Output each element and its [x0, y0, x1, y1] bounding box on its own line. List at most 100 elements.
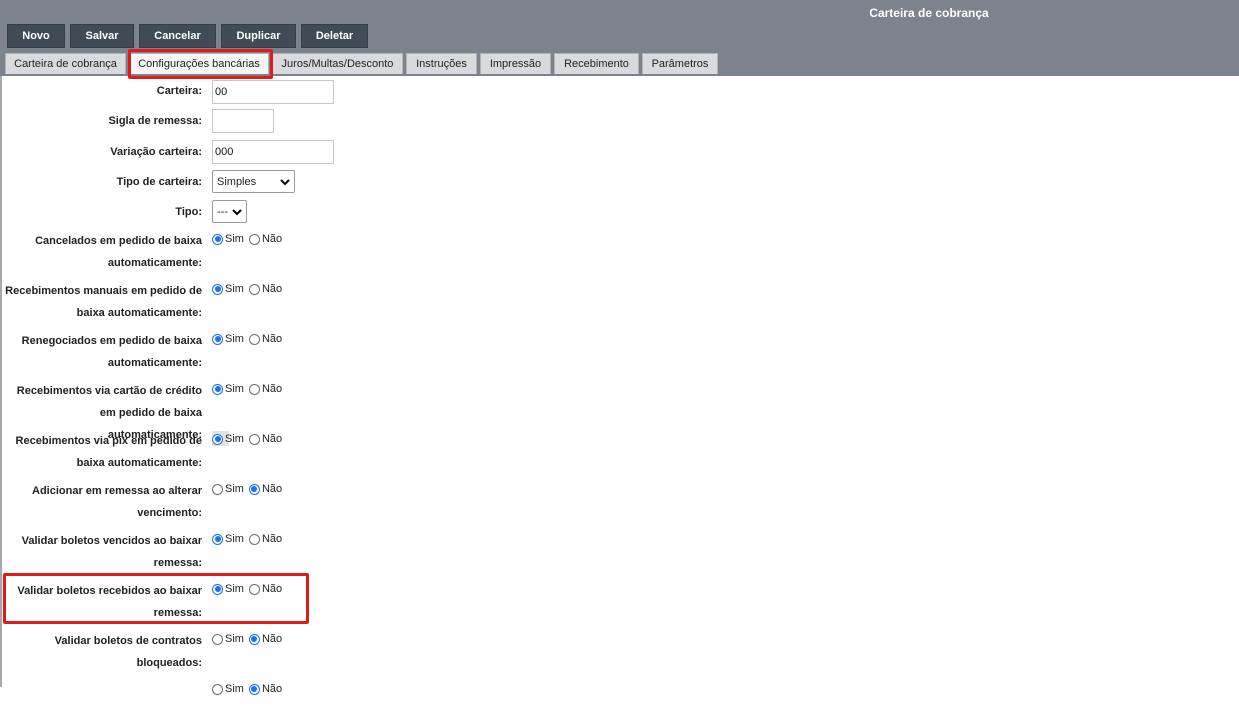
radio-nao[interactable]: Não — [248, 483, 283, 495]
radio-nao-button[interactable] — [248, 333, 260, 345]
field-carteira: Carteira: — [0, 80, 700, 104]
variacao-carteira-input[interactable] — [212, 140, 334, 164]
radio-sim[interactable]: Sim — [212, 683, 244, 695]
radio-nao-label: Não — [261, 483, 283, 495]
radio-nao[interactable]: Não — [248, 533, 283, 545]
delete-button[interactable]: Deletar — [301, 24, 368, 48]
radio-sim[interactable]: Sim — [212, 283, 244, 295]
option-label-line2: automaticamente: — [107, 257, 202, 269]
radio-nao-button[interactable] — [248, 433, 260, 445]
field-tipo-carteira: Tipo de carteira: Simples — [0, 170, 700, 194]
tipo-carteira-label: Tipo de carteira: — [116, 176, 202, 188]
radio-nao-button[interactable] — [248, 233, 260, 245]
radio-nao[interactable]: Não — [248, 683, 283, 695]
radio-sim-button[interactable] — [212, 633, 223, 645]
radio-sim-button[interactable] — [212, 383, 223, 395]
radio-nao-label: Não — [261, 283, 283, 295]
radio-nao-label: Não — [261, 633, 283, 645]
variacao-carteira-label: Variação carteira: — [110, 146, 202, 158]
new-button[interactable]: Novo — [7, 24, 65, 48]
field-tipo: Tipo: --- — [0, 200, 700, 224]
option-label-line1: Validar boletos de contratos — [54, 635, 202, 647]
tipo-label: Tipo: — [175, 206, 202, 218]
radio-nao-button[interactable] — [248, 283, 260, 295]
tab-juros-multas-desconto[interactable]: Juros/Multas/Desconto — [272, 53, 403, 74]
tipo-value: --- — [217, 205, 228, 218]
tipo-carteira-select[interactable]: Simples — [212, 170, 295, 193]
chevron-down-icon — [232, 208, 242, 215]
option-label: Recebimentos manuais em pedido de baixa a… — [3, 280, 202, 324]
radio-sim[interactable]: Sim — [212, 483, 244, 495]
save-button[interactable]: Salvar — [70, 24, 134, 48]
radio-sim-label: Sim — [225, 683, 244, 695]
radio-sim-button[interactable] — [212, 533, 223, 545]
radio-nao-label: Não — [261, 433, 283, 445]
radio-sim-button[interactable] — [212, 683, 223, 695]
radio-nao[interactable]: Não — [248, 283, 283, 295]
radio-sim-label: Sim — [225, 383, 244, 395]
radio-sim[interactable]: Sim — [212, 533, 244, 545]
chevron-down-icon — [280, 178, 290, 185]
tab-recebimento[interactable]: Recebimento — [554, 53, 639, 74]
option-label-line2: baixa automaticamente: — [76, 457, 202, 469]
option-radio-group: Sim Não — [212, 383, 287, 395]
radio-nao-button[interactable] — [248, 483, 260, 495]
radio-nao[interactable]: Não — [248, 233, 282, 245]
option-label: Recebimentos via pix em pedido de baixa a… — [3, 430, 202, 474]
radio-nao[interactable]: Não — [248, 633, 283, 645]
radio-sim-label: Sim — [225, 633, 244, 645]
tab-impressao[interactable]: Impressão — [480, 53, 551, 74]
option-label: Validar boletos de contratos bloqueados: — [3, 630, 202, 674]
radio-nao-label: Não — [261, 333, 283, 345]
option-row: Cancelados em pedido de baixa automaticam… — [0, 231, 700, 277]
radio-nao-button[interactable] — [248, 683, 260, 695]
tab-instrucoes[interactable]: Instruções — [406, 53, 477, 74]
option-row: Recebimentos manuais em pedido de baixa a… — [0, 281, 700, 327]
option-row: Sim Não — [0, 681, 700, 727]
radio-sim[interactable]: Sim — [212, 333, 244, 345]
cancel-button[interactable]: Cancelar — [139, 24, 216, 48]
tab-parametros[interactable]: Parâmetros — [642, 53, 718, 74]
option-label-line2: vencimento: — [137, 507, 202, 519]
radio-sim-button[interactable] — [212, 233, 223, 245]
radio-sim-button[interactable] — [212, 433, 223, 445]
option-radio-group: Sim Não — [212, 683, 287, 695]
radio-sim-button[interactable] — [212, 283, 223, 295]
option-label-line1: Adicionar em remessa ao alterar — [32, 485, 202, 497]
duplicate-button[interactable]: Duplicar — [221, 24, 296, 48]
option-row: Recebimentos via pix em pedido de baixa a… — [0, 431, 700, 477]
radio-nao[interactable]: Não — [248, 383, 282, 395]
option-row: Renegociados em pedido de baixa automatic… — [0, 331, 700, 377]
radio-sim[interactable]: Sim — [212, 233, 244, 245]
option-label-line1: Validar boletos vencidos ao baixar — [21, 535, 202, 547]
window-title: Carteira de cobrança — [869, 6, 989, 20]
option-radio-group: Sim Não — [212, 483, 287, 495]
tipo-select[interactable]: --- — [212, 200, 247, 223]
radio-nao-button[interactable] — [248, 533, 260, 545]
radio-nao-button[interactable] — [248, 383, 260, 395]
option-highlight-box — [3, 573, 309, 624]
option-label: Renegociados em pedido de baixa automatic… — [3, 330, 202, 374]
radio-nao[interactable]: Não — [248, 333, 283, 345]
radio-sim-button[interactable] — [212, 483, 223, 495]
tab-highlight-box — [128, 49, 273, 79]
option-label-line1: Renegociados em pedido de baixa — [21, 335, 202, 347]
tab-carteira-de-cobranca[interactable]: Carteira de cobrança — [5, 53, 126, 74]
radio-sim-label: Sim — [225, 483, 244, 495]
radio-sim[interactable]: Sim — [212, 633, 244, 645]
option-radio-group: Sim Não — [212, 533, 287, 545]
option-label-line1: Recebimentos manuais em pedido de — [5, 285, 202, 297]
radio-sim-button[interactable] — [212, 333, 223, 345]
radio-sim[interactable]: Sim — [212, 433, 244, 445]
option-label-line1: Cancelados em pedido de baixa — [35, 235, 202, 247]
option-radio-group: Sim Não — [212, 633, 287, 645]
radio-nao-label: Não — [261, 533, 283, 545]
sigla-remessa-input[interactable] — [212, 109, 274, 133]
radio-sim[interactable]: Sim — [212, 383, 244, 395]
radio-nao[interactable]: Não — [248, 433, 283, 445]
radio-nao-button[interactable] — [248, 633, 260, 645]
carteira-input[interactable] — [212, 80, 334, 104]
option-row: Adicionar em remessa ao alterar venciment… — [0, 481, 700, 527]
option-label-line2: automaticamente: — [107, 357, 202, 369]
radio-nao-label: Não — [261, 683, 283, 695]
